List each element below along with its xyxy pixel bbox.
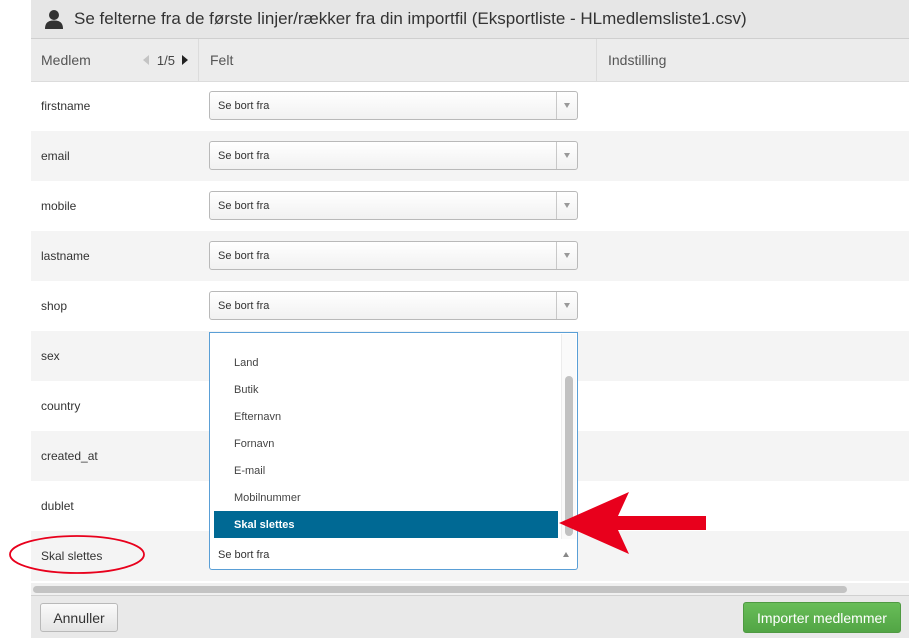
table-header: Medlem 1/5 Felt Indstilling: [31, 39, 909, 82]
column-header-medlem: Medlem 1/5: [31, 39, 199, 81]
dialog-title: Se felterne fra de første linjer/rækker …: [74, 9, 747, 28]
column-header-felt-label: Felt: [210, 52, 234, 68]
column-header-indstilling: Indstilling: [597, 39, 909, 81]
dropdown-option[interactable]: Mobilnummer: [214, 484, 558, 511]
select-value: Se bort fra: [218, 149, 270, 162]
field-select-firstname[interactable]: Se bort fra: [209, 91, 578, 120]
select-value: Se bort fra: [218, 99, 270, 112]
select-value: Se bort fra: [218, 249, 270, 262]
dialog-footer: Annuller Importer medlemmer: [31, 595, 909, 638]
dropdown-option[interactable]: Butik: [214, 376, 558, 403]
next-page-icon[interactable]: [182, 55, 188, 65]
dropdown-option[interactable]: Efternavn: [214, 403, 558, 430]
chevron-down-icon: [556, 292, 577, 319]
chevron-down-icon: [556, 142, 577, 169]
dialog-titlebar: Se felterne fra de første linjer/rækker …: [31, 0, 909, 39]
chevron-down-icon: [556, 192, 577, 219]
dropdown-option[interactable]: E-mail: [214, 457, 558, 484]
column-header-medlem-label: Medlem: [41, 52, 91, 68]
chevron-down-icon: [556, 242, 577, 269]
select-value: Se bort fra: [218, 199, 270, 212]
field-name: lastname: [41, 249, 90, 263]
column-header-indstilling-label: Indstilling: [608, 52, 667, 68]
field-select-shop[interactable]: Se bort fra: [209, 291, 578, 320]
annotation-arrow-icon: [559, 492, 706, 554]
select-value: Se bort fra: [218, 549, 270, 561]
field-name: firstname: [41, 99, 91, 113]
dropdown-option-highlighted[interactable]: Skal slettes: [214, 511, 558, 538]
field-name: country: [41, 399, 81, 413]
annotation-circle: [9, 535, 145, 574]
field-name: created_at: [41, 449, 98, 463]
dropdown-option[interactable]: Fornavn: [214, 430, 558, 457]
field-select-email[interactable]: Se bort fra: [209, 141, 578, 170]
field-name: dublet: [41, 499, 74, 513]
user-icon: [45, 10, 63, 29]
field-select-lastname[interactable]: Se bort fra: [209, 241, 578, 270]
chevron-down-icon: [556, 92, 577, 119]
select-value: Se bort fra: [218, 299, 270, 312]
field-select-mobile[interactable]: Se bort fra: [209, 191, 578, 220]
field-name: email: [41, 149, 70, 163]
field-name: mobile: [41, 199, 77, 213]
horizontal-scrollbar-thumb[interactable]: [33, 586, 847, 593]
field-select-dropdown-list[interactable]: Land Butik Efternavn Fornavn E-mail Mobi…: [209, 332, 578, 541]
field-name: sex: [41, 349, 60, 363]
pager-label: 1/5: [156, 52, 175, 68]
column-header-felt: Felt: [199, 39, 597, 81]
member-pager: 1/5: [142, 39, 188, 81]
cancel-button[interactable]: Annuller: [40, 603, 118, 632]
import-members-button[interactable]: Importer medlemmer: [743, 602, 901, 633]
field-select-skal-slettes[interactable]: Se bort fra: [209, 541, 578, 570]
dropdown-option[interactable]: Land: [214, 349, 558, 376]
field-name: shop: [41, 299, 68, 313]
horizontal-scrollbar[interactable]: [31, 583, 909, 595]
prev-page-icon[interactable]: [142, 55, 149, 65]
